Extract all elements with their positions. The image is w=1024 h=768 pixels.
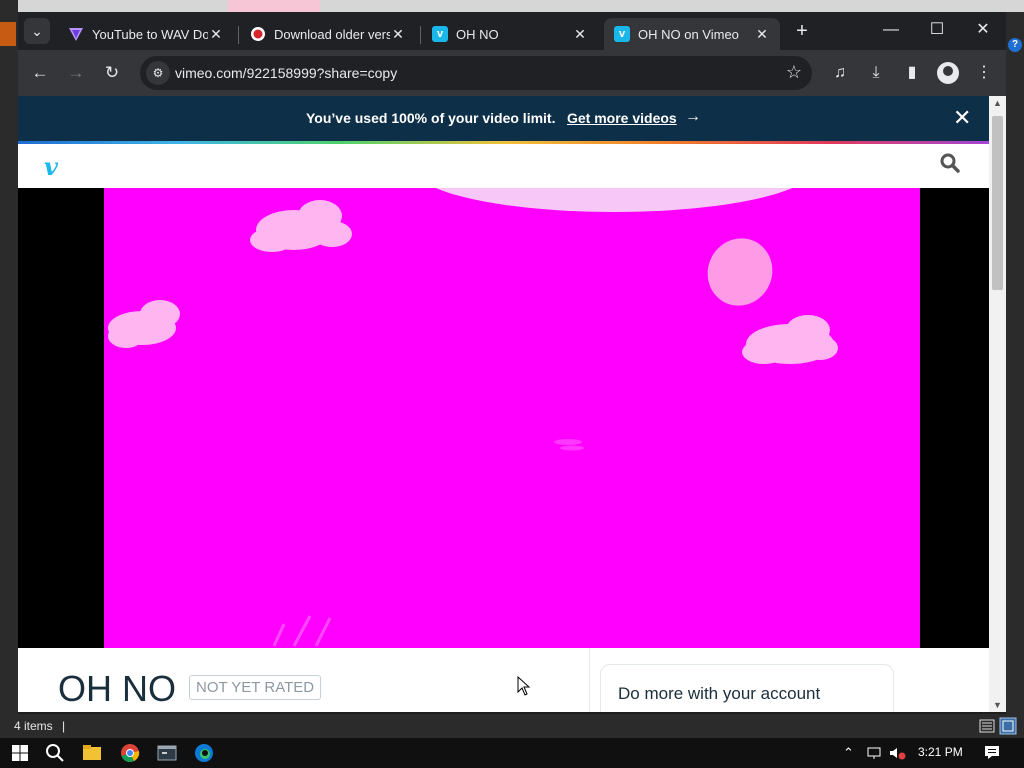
vimeo-logo[interactable]: v <box>44 152 58 181</box>
video-title: OH NO <box>58 668 177 709</box>
tab-separator <box>420 26 421 44</box>
back-button[interactable]: ← <box>28 61 52 85</box>
account-upsell-card: Do more with your account <box>600 664 894 712</box>
reload-button[interactable]: ↻ <box>100 61 124 85</box>
file-explorer-icon[interactable] <box>80 741 104 765</box>
close-tab-icon[interactable]: ✕ <box>390 26 406 43</box>
banner-message: You’ve used 100% of your video limit. <box>306 110 556 126</box>
tab-download-older-versions[interactable]: Download older versi ✕ <box>240 18 416 50</box>
search-icon[interactable] <box>43 741 67 765</box>
vimeo-header: v <box>18 144 989 188</box>
side-panel-icon[interactable]: ▮ <box>900 61 924 85</box>
tab-title: OH NO on Vimeo <box>638 26 739 42</box>
bookmark-star-icon[interactable]: ☆ <box>786 62 802 83</box>
menu-kebab-icon[interactable]: ⋮ <box>972 61 996 85</box>
chevron-up-icon[interactable]: ⌃ <box>843 745 854 761</box>
video-player[interactable] <box>18 188 989 648</box>
notification-icon[interactable] <box>983 743 1001 761</box>
arrow-right-icon[interactable]: → <box>685 108 701 126</box>
download-icon[interactable]: ⤓ <box>864 61 888 85</box>
tab-title: YouTube to WAV Dow <box>92 26 208 42</box>
tab-oh-no[interactable]: v OH NO ✕ <box>422 18 598 50</box>
account-card-title: Do more with your account <box>618 684 821 703</box>
background-app-accent <box>0 22 16 46</box>
volume-muted-icon[interactable] <box>888 746 906 760</box>
minimize-button[interactable]: — <box>868 12 914 50</box>
url-text[interactable]: vimeo.com/922158999?share=copy <box>175 65 397 81</box>
close-window-button[interactable]: ✕ <box>960 12 1006 50</box>
tab-separator <box>238 26 239 44</box>
network-icon[interactable] <box>866 746 882 760</box>
windows-start-icon[interactable] <box>8 741 32 765</box>
v-triangle-icon <box>68 26 84 42</box>
maximize-button[interactable]: ☐ <box>914 12 960 50</box>
tab-oh-no-on-vimeo[interactable]: v OH NO on Vimeo ✕ <box>604 18 780 50</box>
tab-youtube-to-wav[interactable]: YouTube to WAV Dow ✕ <box>58 18 234 50</box>
vimeo-icon: v <box>432 26 448 42</box>
system-clock[interactable]: 3:21 PM <box>918 745 963 759</box>
desktop-strip <box>0 0 1024 12</box>
scroll-down-arrow-icon[interactable]: ▼ <box>993 700 1002 710</box>
terminal-icon[interactable] <box>155 741 179 765</box>
windows-taskbar: ⌃ 3:21 PM <box>0 738 1024 768</box>
tab-title: OH NO <box>456 26 499 42</box>
browser-window: ⌄ YouTube to WAV Dow ✕ Download older ve… <box>18 12 1006 712</box>
close-tab-icon[interactable]: ✕ <box>208 26 224 43</box>
scrollbar-thumb[interactable] <box>992 116 1003 290</box>
tab-search-button[interactable]: ⌄ <box>24 18 50 44</box>
view-mode-icons[interactable] <box>978 717 1018 735</box>
page-viewport: You’ve used 100% of your video limit. Ge… <box>18 96 989 712</box>
close-tab-icon[interactable]: ✕ <box>572 26 588 43</box>
desktop-left-edge <box>0 0 18 718</box>
video-limit-banner: You’ve used 100% of your video limit. Ge… <box>18 96 989 141</box>
video-info-bar: OH NO NOT YET RATED Do more with your ac… <box>18 648 989 712</box>
media-control-icon[interactable]: ♫ <box>828 61 852 85</box>
profile-avatar-icon[interactable] <box>937 62 959 84</box>
item-count: 4 items <box>14 719 53 733</box>
column-divider <box>589 648 590 712</box>
help-icon[interactable]: ? <box>1008 38 1022 52</box>
address-bar[interactable]: ⚙ vimeo.com/922158999?share=copy ☆ <box>140 56 812 90</box>
close-icon[interactable]: ✕ <box>953 105 971 131</box>
desktop-right-edge: ? <box>1006 12 1024 718</box>
rating-badge: NOT YET RATED <box>189 675 322 700</box>
video-frame[interactable] <box>104 188 920 648</box>
explorer-status-bar: 4 items | <box>0 714 1024 738</box>
tab-title: Download older versi <box>274 26 390 42</box>
site-info-icon[interactable]: ⚙ <box>146 61 170 85</box>
scroll-up-arrow-icon[interactable]: ▲ <box>993 98 1002 108</box>
mouse-cursor-icon <box>517 676 531 696</box>
search-icon[interactable] <box>939 152 961 174</box>
page-scrollbar[interactable]: ▲ ▼ <box>989 96 1006 712</box>
record-icon <box>250 26 266 42</box>
close-tab-icon[interactable]: ✕ <box>754 26 770 43</box>
status-separator: | <box>62 719 66 733</box>
tab-strip: ⌄ YouTube to WAV Dow ✕ Download older ve… <box>18 12 1006 50</box>
forward-button[interactable]: → <box>64 61 88 85</box>
browser-toolbar: ← → ↻ ⚙ vimeo.com/922158999?share=copy ☆… <box>18 50 1006 96</box>
get-more-videos-link[interactable]: Get more videos <box>567 110 677 126</box>
edge-icon[interactable] <box>192 741 216 765</box>
new-tab-button[interactable]: + <box>790 20 814 44</box>
background-window-tab <box>228 0 320 12</box>
vimeo-icon: v <box>614 26 630 42</box>
video-artwork <box>108 188 838 647</box>
chrome-icon[interactable] <box>118 741 142 765</box>
